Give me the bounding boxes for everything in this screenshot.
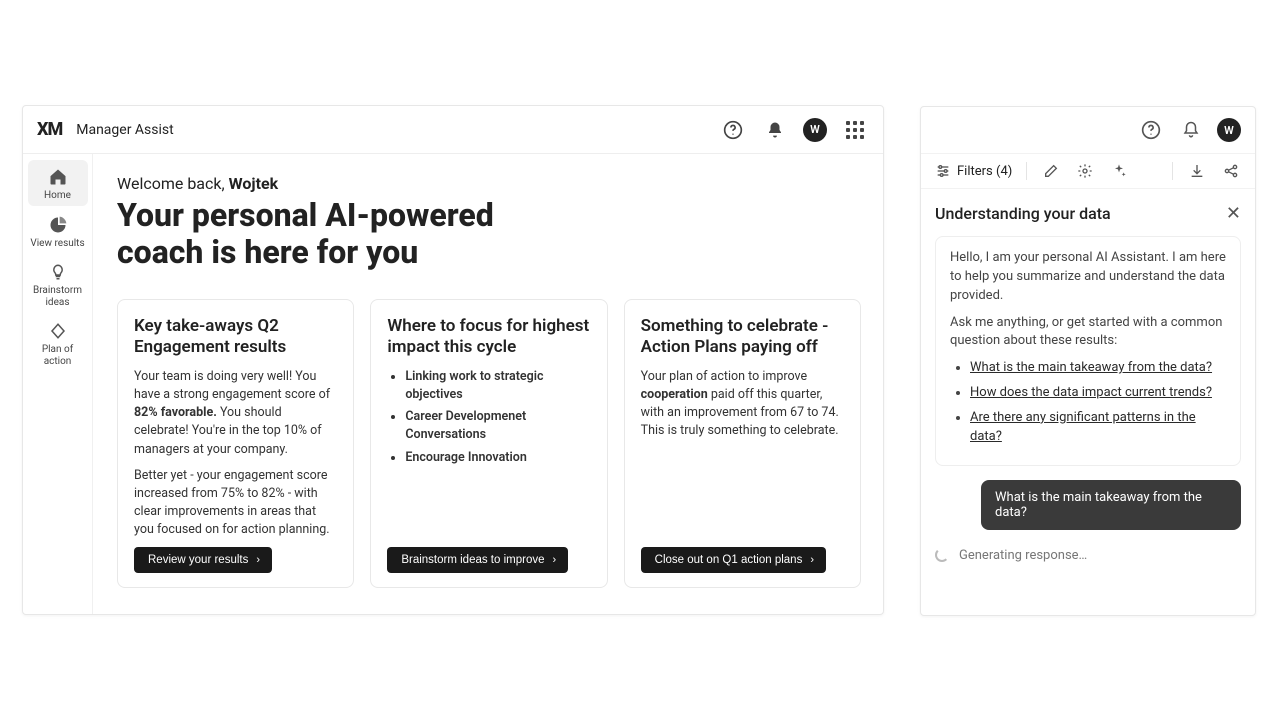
assistant-intro-bubble: Hello, I am your personal AI Assistant. …	[935, 236, 1241, 466]
home-icon	[48, 166, 68, 188]
pie-chart-icon	[48, 214, 68, 236]
sidebar: Home View results Brainstorm ideas	[23, 154, 93, 614]
separator	[1172, 162, 1173, 180]
manager-assist-window: XM Manager Assist W Home	[22, 105, 884, 615]
focus-bullet: Encourage Innovation	[405, 449, 590, 467]
focus-bullet: Linking work to strategic objectives	[405, 368, 590, 404]
app-header: XM Manager Assist W	[23, 106, 883, 154]
brainstorm-button[interactable]: Brainstorm ideas to improve ›	[387, 547, 568, 573]
chevron-right-icon: ›	[810, 554, 814, 566]
generating-status: Generating response…	[935, 548, 1241, 563]
help-icon[interactable]	[1137, 116, 1165, 144]
avatar[interactable]: W	[1217, 118, 1241, 142]
assistant-panel: W Filters (4)	[920, 106, 1256, 616]
card-body: Linking work to strategic objectives Car…	[387, 368, 590, 547]
card-text: Your plan of action to improve	[641, 369, 807, 384]
suggested-question-link[interactable]: Are there any significant patterns in th…	[970, 410, 1196, 444]
diamond-icon	[49, 320, 67, 342]
sidebar-item-home[interactable]: Home	[28, 160, 88, 206]
suggested-question-link[interactable]: How does the data impact current trends?	[970, 385, 1212, 400]
card-body: Your plan of action to improve cooperati…	[641, 368, 844, 547]
xm-logo: XM	[37, 119, 62, 140]
panel-toolbar: Filters (4)	[921, 153, 1255, 189]
card-celebrate: Something to celebrate - Action Plans pa…	[624, 299, 861, 589]
button-label: Brainstorm ideas to improve	[401, 554, 544, 566]
card-text: Better yet - your engagement score incre…	[134, 467, 337, 540]
card-text: Your team is doing very well! You have a…	[134, 369, 330, 402]
sidebar-item-label: Plan of action	[30, 344, 86, 367]
section-title: Understanding your data	[935, 204, 1111, 223]
filters-button[interactable]: Filters (4)	[935, 163, 1012, 179]
sidebar-item-label: View results	[30, 238, 84, 250]
panel-header: W	[921, 107, 1255, 153]
gear-icon[interactable]	[1075, 161, 1095, 181]
button-label: Review your results	[148, 554, 248, 566]
close-icon[interactable]: ✕	[1226, 203, 1241, 224]
sidebar-item-label: Home	[44, 190, 71, 202]
cards-row: Key take-aways Q2 Engagement results You…	[117, 299, 861, 589]
focus-bullet: Career Developmenet Conversations	[405, 408, 590, 444]
main-content: Welcome back, Wojtek Your personal AI-po…	[93, 154, 883, 614]
card-text-bold: 82% favorable.	[134, 405, 217, 420]
chevron-right-icon: ›	[553, 554, 557, 566]
card-where-to-focus: Where to focus for highest impact this c…	[370, 299, 607, 589]
lightbulb-icon	[49, 261, 67, 283]
separator	[1026, 162, 1027, 180]
apps-grid-icon[interactable]	[841, 116, 869, 144]
card-title: Key take-aways Q2 Engagement results	[134, 316, 337, 359]
suggested-question-link[interactable]: What is the main takeaway from the data?	[970, 360, 1212, 375]
chevron-right-icon: ›	[256, 554, 260, 566]
sidebar-item-brainstorm[interactable]: Brainstorm ideas	[28, 255, 88, 312]
assistant-text: Hello, I am your personal AI Assistant. …	[950, 249, 1226, 306]
card-text-bold: cooperation	[641, 387, 708, 402]
filters-label: Filters (4)	[957, 164, 1012, 179]
bell-icon[interactable]	[761, 116, 789, 144]
download-icon[interactable]	[1187, 161, 1207, 181]
button-label: Close out on Q1 action plans	[655, 554, 803, 566]
edit-icon[interactable]	[1041, 161, 1061, 181]
bell-icon[interactable]	[1177, 116, 1205, 144]
review-results-button[interactable]: Review your results ›	[134, 547, 272, 573]
card-title: Where to focus for highest impact this c…	[387, 316, 590, 359]
spinner-icon	[935, 548, 949, 562]
card-key-takeaways: Key take-aways Q2 Engagement results You…	[117, 299, 354, 589]
sidebar-item-view-results[interactable]: View results	[28, 208, 88, 254]
user-message-bubble: What is the main takeaway from the data?	[981, 480, 1241, 530]
sidebar-item-plan[interactable]: Plan of action	[28, 314, 88, 371]
card-title: Something to celebrate - Action Plans pa…	[641, 316, 844, 359]
share-icon[interactable]	[1221, 161, 1241, 181]
card-body: Your team is doing very well! You have a…	[134, 368, 337, 547]
hero-heading: Your personal AI-powered coach is here f…	[117, 197, 577, 271]
welcome-prefix: Welcome back,	[117, 174, 229, 193]
sidebar-item-label: Brainstorm ideas	[30, 285, 86, 308]
help-icon[interactable]	[719, 116, 747, 144]
assistant-text: Ask me anything, or get started with a c…	[950, 314, 1226, 352]
avatar[interactable]: W	[803, 118, 827, 142]
welcome-text: Welcome back, Wojtek	[117, 174, 861, 193]
app-title: Manager Assist	[76, 122, 173, 138]
welcome-name: Wojtek	[229, 174, 279, 193]
close-out-plans-button[interactable]: Close out on Q1 action plans ›	[641, 547, 826, 573]
sliders-icon	[935, 163, 951, 179]
generating-label: Generating response…	[959, 548, 1087, 563]
sparkle-icon[interactable]	[1109, 161, 1129, 181]
panel-body: Understanding your data ✕ Hello, I am yo…	[921, 189, 1255, 615]
